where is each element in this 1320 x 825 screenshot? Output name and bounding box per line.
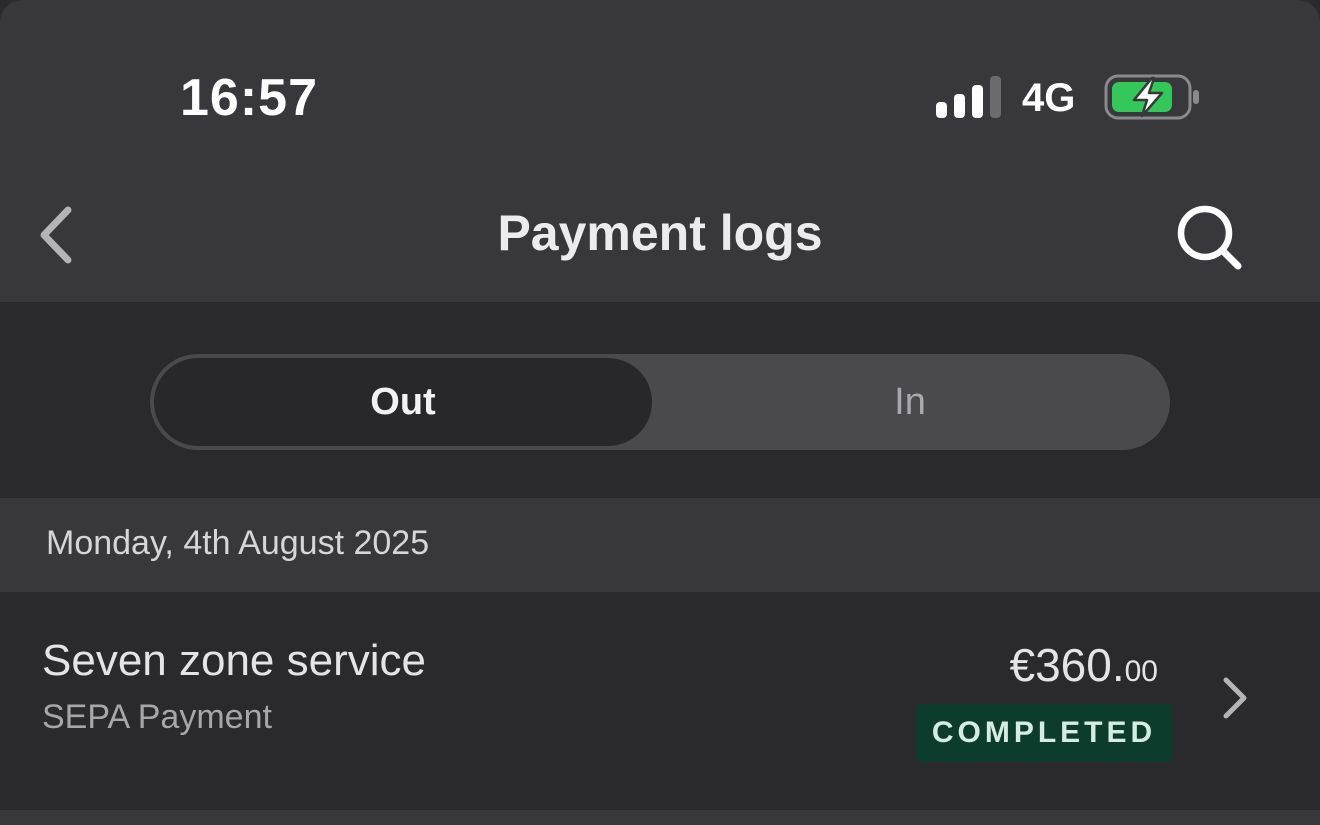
- direction-segmented-control: Out In: [150, 354, 1170, 450]
- segment-out[interactable]: Out: [154, 358, 652, 446]
- payment-row[interactable]: Seven zone service SEPA Payment €360.00 …: [0, 592, 1320, 810]
- date-label: Monday, 4th August 2025: [46, 524, 430, 562]
- search-icon: [1177, 205, 1242, 270]
- chevron-right-icon: [1223, 677, 1247, 719]
- segment-area: Out In: [0, 302, 1320, 498]
- battery-charging-icon: [1104, 74, 1199, 120]
- payment-amount: €360.00: [1010, 638, 1159, 692]
- amount-main: €360.: [1009, 639, 1125, 691]
- status-badge: COMPLETED: [916, 704, 1172, 762]
- page-title: Payment logs: [497, 205, 823, 261]
- payment-logs-screen: 16:57 4G Payment logs Out In Monday, 4th…: [0, 0, 1320, 825]
- search-button[interactable]: [1172, 200, 1246, 274]
- payee-name: Seven zone service: [42, 636, 426, 685]
- row-divider: [0, 810, 1320, 825]
- status-time: 16:57: [180, 69, 318, 127]
- amount-cents: 00: [1124, 655, 1158, 688]
- date-section-header: Monday, 4th August 2025: [0, 498, 1320, 592]
- payment-method: SEPA Payment: [42, 698, 272, 736]
- segment-in[interactable]: In: [654, 358, 1166, 446]
- network-label: 4G: [1022, 76, 1076, 120]
- header: 16:57 4G Payment logs: [0, 0, 1320, 302]
- signal-bars-icon: [936, 76, 1001, 118]
